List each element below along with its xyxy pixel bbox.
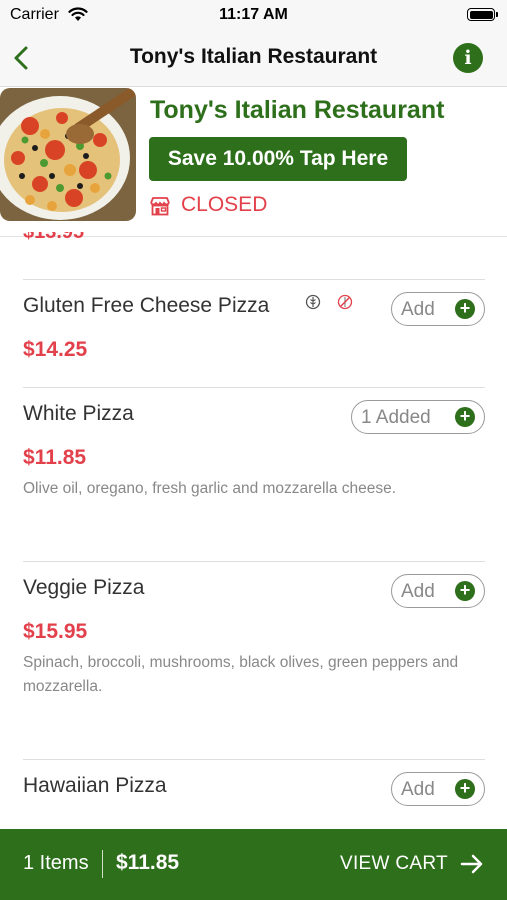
info-icon: i bbox=[464, 47, 472, 69]
promo-button[interactable]: Save 10.00% Tap Here bbox=[149, 137, 407, 181]
status-text: CLOSED bbox=[181, 193, 268, 216]
chevron-left-icon bbox=[14, 46, 28, 70]
no-gluten-icon bbox=[337, 294, 353, 310]
cart-divider bbox=[102, 850, 103, 878]
add-button-label: 1 Added bbox=[361, 407, 431, 428]
menu-item[interactable]: Veggie Pizza $15.95 Spinach, broccoli, m… bbox=[23, 561, 485, 760]
restaurant-name: Tony's Italian Restaurant bbox=[150, 96, 445, 124]
page-title: Tony's Italian Restaurant bbox=[129, 45, 378, 68]
item-price: $15.95 bbox=[23, 620, 88, 643]
item-description: Olive oil, oregano, fresh garlic and moz… bbox=[23, 480, 397, 497]
store-icon bbox=[150, 197, 170, 216]
add-button[interactable]: 1 Added + bbox=[351, 400, 485, 434]
item-name: Gluten Free Cheese Pizza bbox=[23, 294, 270, 317]
status-bar: Carrier 11:17 AM bbox=[0, 0, 507, 30]
item-name: Veggie Pizza bbox=[23, 576, 145, 599]
navigation-bar: Tony's Italian Restaurant i bbox=[0, 30, 507, 87]
gluten-free-icon bbox=[305, 294, 321, 310]
add-button[interactable]: Add + bbox=[391, 772, 485, 806]
item-price: $11.85 bbox=[23, 446, 87, 469]
add-button[interactable]: Add + bbox=[391, 292, 485, 326]
plus-icon: + bbox=[455, 299, 475, 319]
cart-item-count: 1 Items bbox=[23, 852, 89, 874]
item-name: Hawaiian Pizza bbox=[23, 774, 167, 797]
menu-item[interactable]: White Pizza $11.85 Olive oil, oregano, f… bbox=[23, 387, 485, 562]
add-button-label: Add bbox=[401, 779, 435, 800]
battery-icon bbox=[467, 8, 498, 21]
plus-icon: + bbox=[455, 581, 475, 601]
menu-item[interactable]: Gluten Free Cheese Pizza $14.25 Add + bbox=[23, 279, 485, 388]
menu-item[interactable]: Hawaiian Pizza Add + bbox=[23, 759, 485, 830]
add-button-label: Add bbox=[401, 299, 435, 320]
restaurant-header: Tony's Italian Restaurant Save 10.00% Ta… bbox=[0, 87, 507, 237]
item-price: $14.25 bbox=[23, 338, 88, 361]
restaurant-image bbox=[0, 88, 136, 221]
add-button[interactable]: Add + bbox=[391, 574, 485, 608]
item-name: White Pizza bbox=[23, 402, 134, 425]
item-description: Spinach, broccoli, mushrooms, black oliv… bbox=[23, 654, 459, 695]
view-cart-bar[interactable]: 1 Items $11.85 VIEW CART bbox=[0, 829, 507, 900]
add-button-label: Add bbox=[401, 581, 435, 602]
back-button[interactable] bbox=[8, 42, 38, 74]
plus-icon: + bbox=[455, 407, 475, 427]
arrow-right-icon bbox=[460, 854, 483, 874]
plus-icon: + bbox=[455, 779, 475, 799]
view-cart-button[interactable]: VIEW CART bbox=[340, 853, 448, 875]
cart-total: $11.85 bbox=[116, 851, 180, 874]
status-time: 11:17 AM bbox=[219, 6, 288, 23]
info-button[interactable]: i bbox=[453, 43, 483, 73]
item-price-partial: $13.95 bbox=[23, 232, 84, 241]
